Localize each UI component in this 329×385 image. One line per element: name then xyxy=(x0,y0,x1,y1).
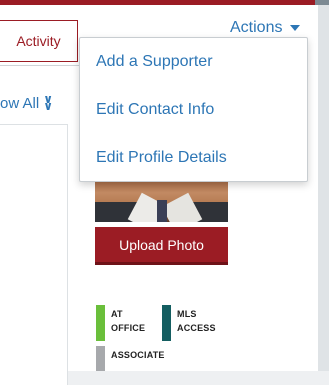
badge-mls-access: MLS ACCESS xyxy=(162,305,216,341)
actions-label: Actions xyxy=(230,19,283,36)
profile-photo xyxy=(95,180,228,222)
badge-at-office: AT OFFICE xyxy=(96,305,145,341)
badge-text-line2: ACCESS xyxy=(177,323,216,333)
actions-menu-button[interactable]: Actions xyxy=(230,18,301,38)
scrollbar-track[interactable] xyxy=(318,5,329,371)
actions-dropdown-menu: Add a Supporter Edit Contact Info Edit P… xyxy=(79,37,308,182)
menu-item-edit-contact-info[interactable]: Edit Contact Info xyxy=(96,101,214,119)
badge-text-line1: AT xyxy=(111,309,123,319)
badge-text-line2: OFFICE xyxy=(111,323,146,333)
caret-down-icon xyxy=(290,25,301,31)
upload-photo-button[interactable]: Upload Photo xyxy=(95,227,228,265)
badge-associate: ASSOCIATE xyxy=(96,346,165,371)
menu-item-add-supporter[interactable]: Add a Supporter xyxy=(96,53,213,71)
badge-text-line1: ASSOCIATE xyxy=(111,350,165,360)
tab-underline-divider xyxy=(0,65,80,66)
double-chevron-down-icon: ∨ ∨ xyxy=(43,92,53,113)
badge-color-bar xyxy=(96,346,105,371)
menu-item-edit-profile-details[interactable]: Edit Profile Details xyxy=(96,149,227,167)
show-all-label: ow All xyxy=(0,94,40,112)
tab-activity-label: Activity xyxy=(16,33,61,49)
left-content-panel xyxy=(0,124,68,385)
badge-color-bar xyxy=(96,305,105,341)
show-all-toggle[interactable]: ow All ∨ ∨ xyxy=(0,92,53,113)
upload-photo-label: Upload Photo xyxy=(119,236,204,253)
badge-color-bar xyxy=(162,305,171,341)
tab-activity[interactable]: Activity xyxy=(0,20,78,62)
badge-text-line1: MLS xyxy=(177,309,197,319)
